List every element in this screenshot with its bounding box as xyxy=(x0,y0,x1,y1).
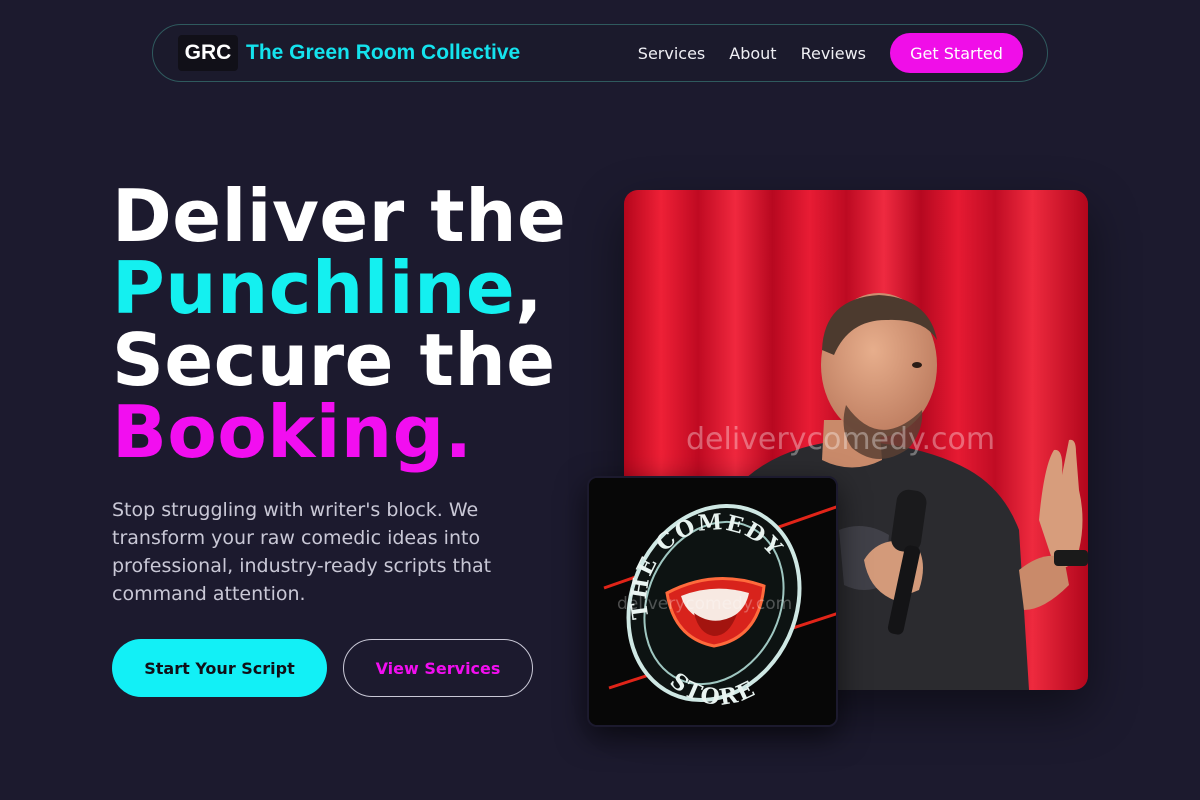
brand-name[interactable]: The Green Room Collective xyxy=(246,41,520,65)
inset-photo-watermark: deliverycomedy.com xyxy=(617,594,793,614)
hero-title-accent-booking: Booking. xyxy=(112,390,473,474)
comedian-eye xyxy=(912,362,922,368)
hero-title-line-3: Secure the xyxy=(112,318,556,402)
start-your-script-button[interactable]: Start Your Script xyxy=(112,639,327,697)
nav-links: Services About Reviews Get Started xyxy=(638,33,1023,73)
comedy-store-neon-photo: THE COMEDY STORE deliverycomedy.com xyxy=(587,476,838,727)
hero-title: Deliver the Punchline, Secure the Bookin… xyxy=(112,180,566,468)
logo-badge[interactable]: GRC xyxy=(178,35,238,71)
hero-title-line-1: Deliver the xyxy=(112,174,567,258)
top-navbar: GRC The Green Room Collective Services A… xyxy=(152,24,1048,82)
nav-link-about[interactable]: About xyxy=(729,44,776,63)
hero-title-line-2: Punchline, xyxy=(112,252,566,324)
view-services-button[interactable]: View Services xyxy=(343,639,533,697)
get-started-button[interactable]: Get Started xyxy=(890,33,1023,73)
nav-link-services[interactable]: Services xyxy=(638,44,705,63)
main-photo-watermark: deliverycomedy.com xyxy=(686,422,996,457)
nav-link-reviews[interactable]: Reviews xyxy=(801,44,866,63)
landing-page: GRC The Green Room Collective Services A… xyxy=(0,0,1200,800)
wristwatch xyxy=(1054,550,1088,566)
hero-subtitle: Stop struggling with writer's block. We … xyxy=(112,499,492,605)
